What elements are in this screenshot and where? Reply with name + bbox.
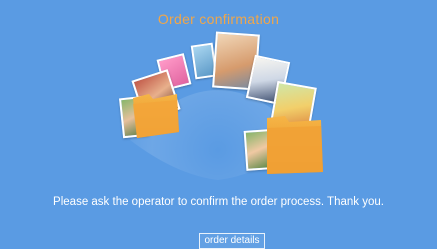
confirmation-message: Please ask the operator to confirm the o…: [53, 196, 384, 208]
folder-icon: [133, 94, 179, 138]
order-details-button[interactable]: order details: [199, 233, 265, 249]
order-confirmation-screen: Order confirmation Please ask the operat…: [0, 0, 437, 249]
folder-icon: [267, 116, 323, 174]
